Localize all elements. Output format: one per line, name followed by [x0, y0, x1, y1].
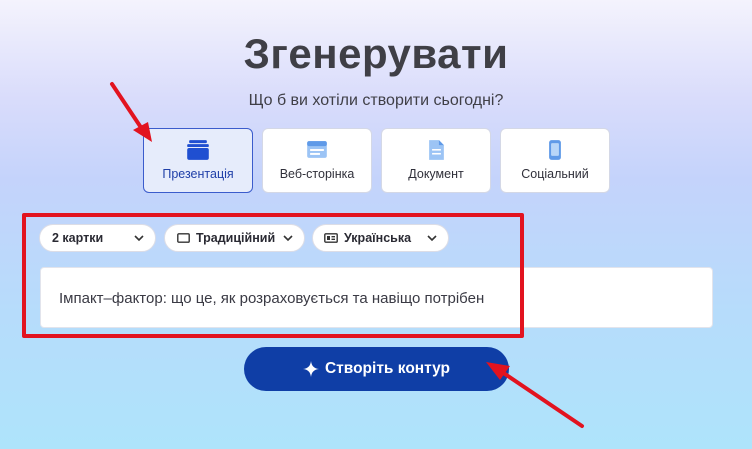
presentation-icon [187, 140, 209, 160]
language-icon [324, 233, 338, 243]
card-format-icon [177, 233, 190, 243]
language-dropdown[interactable]: Українська [312, 224, 449, 252]
type-card-social[interactable]: Соціальний [500, 128, 610, 193]
document-icon [429, 140, 444, 160]
create-outline-button[interactable]: Створіть контур [244, 347, 509, 391]
type-card-presentation[interactable]: Презентація [143, 128, 253, 193]
type-card-label: Презентація [162, 167, 234, 181]
format-label: Традиційний [196, 231, 276, 245]
type-card-webpage[interactable]: Веб-сторінка [262, 128, 372, 193]
type-card-document[interactable]: Документ [381, 128, 491, 193]
chevron-down-icon [283, 235, 293, 242]
sparkle-icon [302, 361, 319, 377]
type-card-label: Веб-сторінка [279, 167, 355, 181]
cards-count-dropdown[interactable]: 2 картки [39, 224, 156, 252]
social-phone-icon [549, 140, 561, 160]
prompt-input[interactable]: Імпакт–фактор: що це, як розраховується … [40, 267, 713, 328]
format-dropdown[interactable]: Традиційний [164, 224, 305, 252]
prompt-input-value: Імпакт–фактор: що це, як розраховується … [59, 290, 485, 307]
type-card-label: Соціальний [521, 167, 589, 181]
language-label: Українська [344, 231, 412, 245]
webpage-icon [307, 141, 327, 158]
chevron-down-icon [134, 235, 144, 242]
type-card-label: Документ [408, 167, 464, 181]
cards-count-label: 2 картки [52, 231, 104, 245]
create-outline-label: Створіть контур [324, 360, 451, 377]
chevron-down-icon [427, 235, 437, 242]
page-subtitle: Що б ви хотіли створити сьогодні? [248, 92, 504, 109]
page-title: Згенерувати [243, 30, 509, 77]
